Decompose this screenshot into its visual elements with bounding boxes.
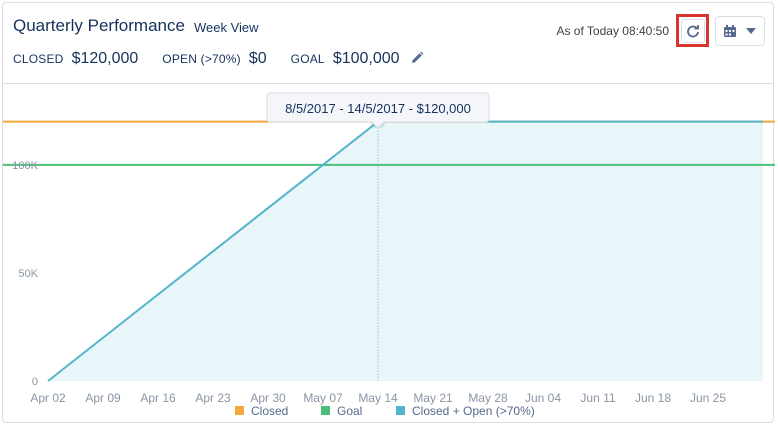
x-tick-label: Apr 30 [250,391,286,405]
open-label: OPEN (>70%) [162,52,241,66]
x-tick-label: Jun 18 [635,391,671,405]
combined-area-fill [48,121,763,381]
x-tick-label: May 14 [358,391,398,405]
x-tick-label: May 07 [303,391,343,405]
tooltip-arrow-cover [373,120,383,123]
chart-area: 8/5/2017 - 14/5/2017 - $120,000 0 50K 100K A… [3,83,775,423]
x-tick-label: Apr 02 [30,391,66,405]
x-tick-label: Apr 23 [195,391,231,405]
legend-label: Goal [337,404,362,418]
goal-label: GOAL [290,52,325,66]
legend-swatch [235,406,244,415]
chevron-down-icon [746,28,756,34]
calendar-dropdown-button[interactable] [715,16,765,46]
performance-chart: 8/5/2017 - 14/5/2017 - $120,000 0 50K 100K A… [3,92,775,418]
legend-swatch [321,406,330,415]
open-value: $0 [248,50,267,67]
legend-swatch [396,406,405,415]
as-of-timestamp: As of Today 08:40:50 [556,24,669,38]
card-header: Quarterly Performance Week View CLOSED $… [3,3,773,84]
performance-card: Quarterly Performance Week View CLOSED $… [2,2,775,423]
legend-label: Closed [251,404,288,418]
metrics-row: CLOSED $120,000 OPEN (>70%) $0 GOAL $100… [13,49,424,68]
closed-value: $120,000 [71,50,139,67]
tooltip-text: 8/5/2017 - 14/5/2017 - $120,000 [285,101,471,116]
x-tick-label: Jun 11 [580,391,615,405]
view-label: Week View [194,20,259,35]
calendar-icon [724,25,736,37]
refresh-button[interactable] [676,14,709,47]
x-tick-label: Apr 09 [85,391,121,405]
x-tick-label: Jun 04 [525,391,561,405]
y-tick-label: 100K [12,160,38,172]
x-tick-label: Apr 16 [140,391,176,405]
refresh-icon [686,24,699,37]
legend-label: Closed + Open (>70%) [412,404,535,418]
goal-value: $100,000 [332,50,400,67]
closed-label: CLOSED [13,52,64,66]
page-title: Quarterly Performance [13,16,185,35]
x-tick-label: Jun 25 [690,391,726,405]
x-tick-label: May 28 [468,391,508,405]
x-tick-label: May 21 [413,391,453,405]
y-tick-label: 50K [18,268,38,280]
y-tick-label: 0 [32,376,38,388]
pencil-icon[interactable] [410,51,424,65]
